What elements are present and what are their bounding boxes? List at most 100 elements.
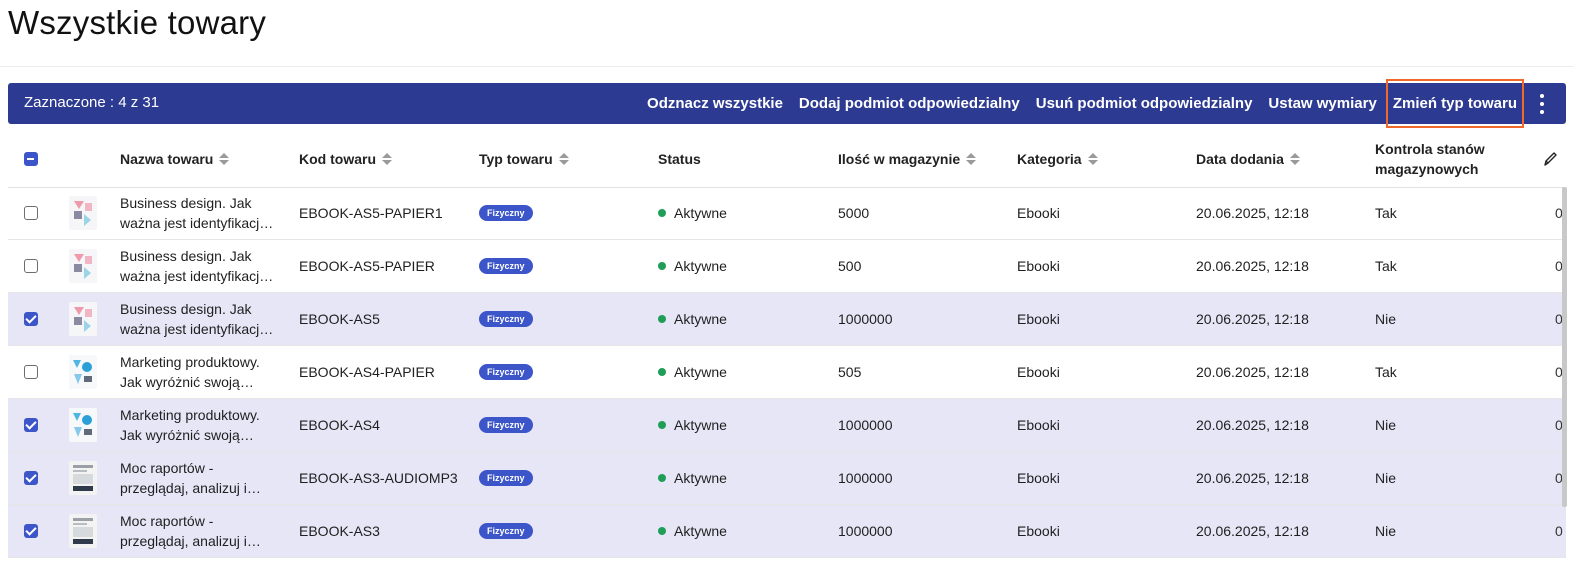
product-code-cell: EBOOK-AS4 <box>299 399 380 451</box>
stock-cell: 505 <box>838 346 861 398</box>
product-name[interactable]: Marketing produktowy. Jak wyróżnić swoją… <box>120 405 280 445</box>
date-cell: 20.06.2025, 12:18 <box>1196 240 1309 292</box>
row-checkbox[interactable] <box>24 365 38 379</box>
date-value: 20.06.2025, 12:18 <box>1196 364 1309 380</box>
table-row[interactable]: Moc raportów - przeglądaj, analizuj i… EB… <box>8 505 1566 558</box>
product-name[interactable]: Moc raportów - przeglądaj, analizuj i… <box>120 511 280 551</box>
deselect-all-button[interactable]: Odznacz wszystkie <box>647 95 783 112</box>
select-all-cell <box>24 130 38 187</box>
product-code: EBOOK-AS5-PAPIER <box>299 258 435 274</box>
truncated-column-value: 0 <box>1555 523 1563 539</box>
product-type-cell: Fizyczny <box>479 240 533 292</box>
add-responsible-entity-button[interactable]: Dodaj podmiot odpowiedzialny <box>799 95 1020 112</box>
category-cell: Ebooki <box>1017 505 1060 557</box>
product-name-cell[interactable]: Moc raportów - przeglądaj, analizuj i… <box>120 452 280 504</box>
vertical-scrollbar[interactable] <box>1562 187 1567 507</box>
table-row[interactable]: Marketing produktowy. Jak wyróżnić swoją… <box>8 399 1566 452</box>
date-value: 20.06.2025, 12:18 <box>1196 258 1309 274</box>
row-checkbox[interactable] <box>24 259 38 273</box>
table-row[interactable]: Moc raportów - przeglądaj, analizuj i… EB… <box>8 452 1566 505</box>
product-code-cell: EBOOK-AS5 <box>299 293 380 345</box>
stock-control-cell: Nie <box>1375 505 1396 557</box>
product-code-cell: EBOOK-AS4-PAPIER <box>299 346 435 398</box>
stock-cell: 1000000 <box>838 452 893 504</box>
row-checkbox[interactable] <box>24 312 38 326</box>
product-code-cell: EBOOK-AS5-PAPIER1 <box>299 187 443 239</box>
stock-control-cell: Tak <box>1375 240 1397 292</box>
product-name-cell[interactable]: Business design. Jak ważna jest identyfi… <box>120 240 280 292</box>
product-name-cell[interactable]: Marketing produktowy. Jak wyróżnić swoją… <box>120 399 280 451</box>
product-name-cell[interactable]: Marketing produktowy. Jak wyróżnić swoją… <box>120 346 280 398</box>
stock-value: 500 <box>838 258 862 274</box>
sort-icon[interactable] <box>558 152 569 165</box>
status-dot-icon <box>658 262 666 270</box>
row-checkbox-cell <box>24 399 38 451</box>
status-label: Aktywne <box>674 311 727 327</box>
remove-responsible-entity-button[interactable]: Usuń podmiot odpowiedzialny <box>1036 95 1253 112</box>
date-value: 20.06.2025, 12:18 <box>1196 205 1309 221</box>
product-image <box>68 513 98 549</box>
category-cell: Ebooki <box>1017 240 1060 292</box>
product-type-badge: Fizyczny <box>479 311 533 327</box>
stock-control-value: Tak <box>1375 205 1397 221</box>
column-header-name[interactable]: Nazwa towaru <box>120 130 230 187</box>
status-cell: Aktywne <box>658 346 727 398</box>
date-cell: 20.06.2025, 12:18 <box>1196 399 1309 451</box>
product-image <box>68 195 98 231</box>
product-name[interactable]: Business design. Jak ważna jest identyfi… <box>120 299 280 339</box>
column-header-code[interactable]: Kod towaru <box>299 130 392 187</box>
change-product-type-button[interactable]: Zmień typ towaru <box>1385 79 1524 128</box>
edit-columns-icon[interactable] <box>1542 130 1558 187</box>
product-name-cell[interactable]: Business design. Jak ważna jest identyfi… <box>120 293 280 345</box>
date-cell: 20.06.2025, 12:18 <box>1196 346 1309 398</box>
stock-control-value: Tak <box>1375 364 1397 380</box>
table-row[interactable]: Business design. Jak ważna jest identyfi… <box>8 187 1566 240</box>
sort-icon[interactable] <box>966 152 977 165</box>
bulk-actions: Odznacz wszystkie Dodaj podmiot odpowied… <box>647 79 1566 128</box>
status-cell: Aktywne <box>658 452 727 504</box>
more-options-icon[interactable] <box>1532 89 1552 119</box>
product-name-cell[interactable]: Business design. Jak ważna jest identyfi… <box>120 187 280 239</box>
product-name[interactable]: Business design. Jak ważna jest identyfi… <box>120 193 280 233</box>
sort-icon[interactable] <box>219 152 230 165</box>
row-checkbox[interactable] <box>24 471 38 485</box>
sort-icon[interactable] <box>1289 152 1300 165</box>
stock-value: 1000000 <box>838 470 893 486</box>
category-value: Ebooki <box>1017 417 1060 433</box>
sort-icon[interactable] <box>382 152 392 165</box>
status-cell: Aktywne <box>658 399 727 451</box>
column-header-type[interactable]: Typ towaru <box>479 130 569 187</box>
stock-value: 505 <box>838 364 862 380</box>
stock-cell: 1000000 <box>838 293 893 345</box>
product-type-cell: Fizyczny <box>479 505 533 557</box>
page-title: Wszystkie towary <box>8 4 267 41</box>
column-label: Status <box>658 150 701 167</box>
product-name[interactable]: Marketing produktowy. Jak wyróżnić swoją… <box>120 352 280 392</box>
product-name-cell[interactable]: Moc raportów - przeglądaj, analizuj i… <box>120 505 280 557</box>
table-row[interactable]: Business design. Jak ważna jest identyfi… <box>8 293 1566 346</box>
stock-control-value: Nie <box>1375 523 1397 539</box>
title-divider <box>0 66 1573 67</box>
table-row[interactable]: Business design. Jak ważna jest identyfi… <box>8 240 1566 293</box>
status-dot-icon <box>658 209 666 217</box>
column-header-category[interactable]: Kategoria <box>1017 130 1098 187</box>
stock-value: 1000000 <box>838 311 893 327</box>
date-cell: 20.06.2025, 12:18 <box>1196 452 1309 504</box>
date-value: 20.06.2025, 12:18 <box>1196 523 1309 539</box>
product-name[interactable]: Moc raportów - przeglądaj, analizuj i… <box>120 458 280 498</box>
column-header-stock[interactable]: Ilość w magazynie <box>838 130 977 187</box>
sort-icon[interactable] <box>1087 152 1098 165</box>
row-checkbox[interactable] <box>24 206 38 220</box>
column-label: Data dodania <box>1196 150 1284 167</box>
select-all-checkbox[interactable] <box>24 151 38 166</box>
set-dimensions-button[interactable]: Ustaw wymiary <box>1268 95 1376 112</box>
table-row[interactable]: Marketing produktowy. Jak wyróżnić swoją… <box>8 346 1566 399</box>
stock-control-cell: Nie <box>1375 399 1396 451</box>
row-checkbox[interactable] <box>24 418 38 432</box>
row-checkbox[interactable] <box>24 524 38 538</box>
column-header-date[interactable]: Data dodania <box>1196 130 1300 187</box>
product-name[interactable]: Business design. Jak ważna jest identyfi… <box>120 246 280 286</box>
product-type-cell: Fizyczny <box>479 346 533 398</box>
product-thumbnail <box>68 293 98 345</box>
product-thumbnail <box>68 452 98 504</box>
